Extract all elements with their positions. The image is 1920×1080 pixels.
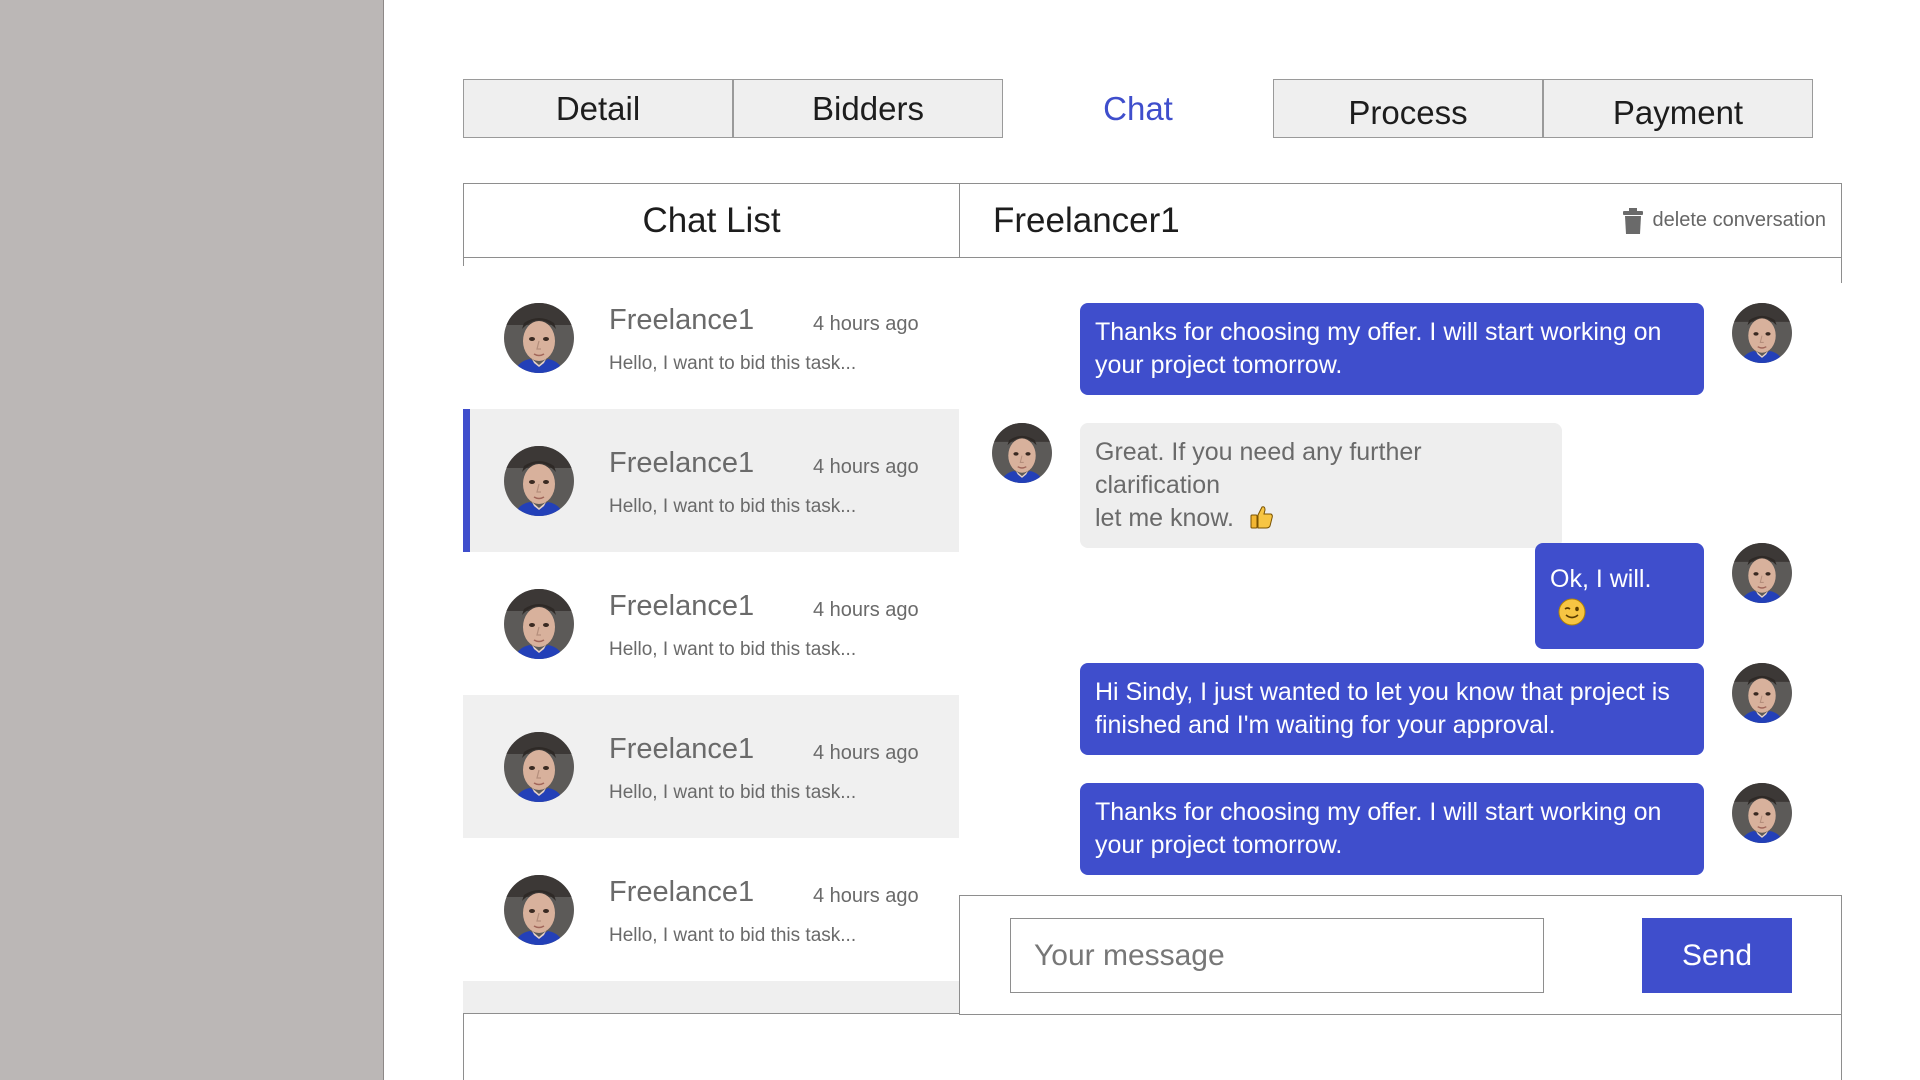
message-composer: Send — [959, 895, 1842, 1015]
avatar — [504, 446, 574, 516]
send-button[interactable]: Send — [1642, 918, 1792, 993]
frame-border — [1841, 1013, 1842, 1080]
chat-item-preview: Hello, I want to bid this task... — [609, 639, 857, 660]
wink-emoji-icon — [1558, 598, 1586, 626]
chat-item-preview: Hello, I want to bid this task... — [609, 496, 857, 517]
avatar — [504, 589, 574, 659]
message-bubble-received: Great. If you need any further clarifica… — [1080, 423, 1562, 548]
chat-list: Freelance1 4 hours ago Hello, I want to … — [463, 266, 959, 981]
my-avatar — [1732, 543, 1792, 603]
my-avatar — [1732, 663, 1792, 723]
chat-item-time: 4 hours ago — [813, 599, 919, 621]
message-line: Thanks for choosing my offer. I will sta… — [1095, 798, 1662, 826]
chat-item-preview: Hello, I want to bid this task... — [609, 353, 857, 374]
conversation-title: Freelancer1 — [993, 200, 1180, 240]
chat-item-name: Freelance1 — [609, 447, 755, 479]
avatar — [504, 303, 574, 373]
side-panel — [0, 0, 384, 1080]
chat-list-item[interactable]: Freelance1 4 hours ago Hello, I want to … — [463, 552, 959, 695]
message-line: let me know. — [1095, 504, 1234, 532]
chat-item-name: Freelance1 — [609, 590, 755, 622]
avatar — [504, 732, 574, 802]
chat-list-scroll-end — [463, 981, 959, 1013]
chat-item-name: Freelance1 — [609, 304, 755, 336]
trash-icon — [1622, 207, 1643, 234]
chat-item-time: 4 hours ago — [813, 456, 919, 478]
tab-bidders[interactable]: Bidders — [733, 79, 1003, 138]
frame-border — [1841, 258, 1842, 283]
chat-list-item-selected[interactable]: Freelance1 4 hours ago Hello, I want to … — [463, 409, 959, 552]
frame-border — [463, 1013, 960, 1014]
message-line: your project tomorrow. — [1095, 831, 1343, 859]
frame-border — [463, 258, 464, 266]
avatar — [504, 875, 574, 945]
chat-item-time: 4 hours ago — [813, 885, 919, 907]
chat-list-title: Chat List — [642, 200, 781, 240]
my-avatar — [1732, 303, 1792, 363]
chat-list-item[interactable]: Freelance1 4 hours ago Hello, I want to … — [463, 266, 959, 409]
chat-item-time: 4 hours ago — [813, 742, 919, 764]
header-divider — [959, 183, 960, 258]
message-line: Great. If you need any further clarifica… — [1095, 438, 1422, 499]
chat-list-item[interactable]: Freelance1 4 hours ago Hello, I want to … — [463, 838, 959, 981]
chat-item-preview: Hello, I want to bid this task... — [609, 782, 857, 803]
contact-avatar — [992, 423, 1052, 483]
message-line: finished and I'm waiting for your approv… — [1095, 711, 1556, 739]
message-bubble-sent: Hi Sindy, I just wanted to let you know … — [1080, 663, 1704, 755]
tab-process[interactable]: Process — [1273, 79, 1543, 138]
message-bubble-sent: Thanks for choosing my offer. I will sta… — [1080, 303, 1704, 395]
message-bubble-sent: Thanks for choosing my offer. I will sta… — [1080, 783, 1704, 875]
delete-conversation-label: delete conversation — [1652, 209, 1826, 231]
message-line: Hi Sindy, I just wanted to let you know … — [1095, 678, 1670, 706]
thumbs-up-icon — [1250, 506, 1273, 529]
tab-detail[interactable]: Detail — [463, 79, 733, 138]
chat-item-time: 4 hours ago — [813, 313, 919, 335]
message-line: your project tomorrow. — [1095, 351, 1343, 379]
chat-item-name: Freelance1 — [609, 876, 755, 908]
frame-border — [463, 1013, 464, 1080]
chat-list-item[interactable]: Freelance1 4 hours ago Hello, I want to … — [463, 695, 959, 838]
chat-item-preview: Hello, I want to bid this task... — [609, 925, 857, 946]
tab-payment[interactable]: Payment — [1543, 79, 1813, 138]
my-avatar — [1732, 783, 1792, 843]
message-bubble-sent: Ok, I will. — [1535, 543, 1704, 649]
message-input[interactable] — [1010, 918, 1544, 993]
message-line: Thanks for choosing my offer. I will sta… — [1095, 318, 1662, 346]
delete-conversation-button[interactable]: delete conversation — [1622, 183, 1826, 258]
tab-chat[interactable]: Chat — [1003, 79, 1273, 138]
message-line: Ok, I will. — [1550, 565, 1652, 593]
chat-item-name: Freelance1 — [609, 733, 755, 765]
